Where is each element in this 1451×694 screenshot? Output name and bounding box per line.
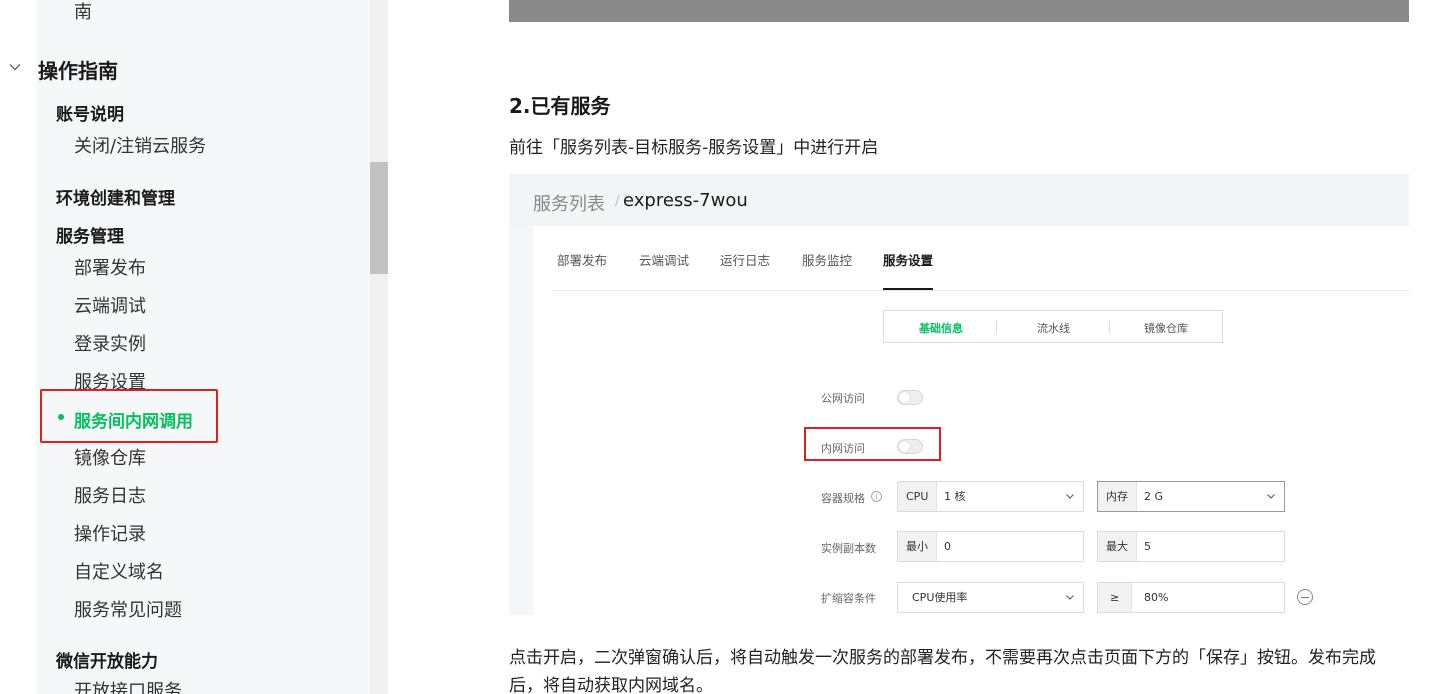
info-icon: i (871, 491, 882, 502)
tab-monitor: 服务监控 (802, 253, 853, 268)
scale-threshold-input: ≥ 80% (1097, 582, 1285, 613)
sidebar-item-open-api[interactable]: 开放接口服务 (74, 677, 182, 694)
segment-divider (996, 320, 997, 334)
min-prefix: 最小 (898, 532, 937, 561)
docs-page: 南 操作指南 账号说明 关闭/注销云服务 环境创建和管理 服务管理 部署发布 云… (0, 0, 1451, 694)
highlight-box-sidebar (40, 389, 218, 443)
console-screenshot: 服务列表 / express-7wou 部署发布 云端调试 运行日志 服务监控 … (509, 174, 1409, 615)
segment-pipeline: 流水线 (1037, 322, 1070, 335)
intro-paragraph: 前往「服务列表-目标服务-服务设置」中进行开启 (509, 138, 879, 158)
breadcrumb-parent: 服务列表 (533, 194, 605, 215)
sidebar-section-env[interactable]: 环境创建和管理 (56, 184, 175, 209)
chevron-down-icon (1267, 494, 1275, 499)
scale-condition-label: 扩缩容条件 (821, 592, 876, 605)
segment-divider (1109, 320, 1110, 334)
min-value: 0 (944, 540, 951, 553)
sidebar-item-fragment[interactable]: 南 (74, 0, 92, 24)
segment-basic-info: 基础信息 (919, 322, 963, 335)
tab-settings: 服务设置 (883, 253, 934, 268)
sidebar-item-deploy[interactable]: 部署发布 (74, 254, 146, 280)
chevron-down-icon[interactable] (8, 60, 22, 74)
sidebar-group-guide[interactable]: 操作指南 (38, 55, 118, 84)
cpu-select: CPU 1 核 (897, 481, 1084, 512)
scale-operator: ≥ (1098, 583, 1133, 612)
memory-value: 2 G (1144, 490, 1164, 503)
sidebar-item-login-instance[interactable]: 登录实例 (74, 330, 146, 356)
max-value: 5 (1144, 540, 1151, 553)
segment-image-repo: 镜像仓库 (1144, 322, 1188, 335)
sidebar-item-op-record[interactable]: 操作记录 (74, 520, 146, 546)
breadcrumb-separator: / (615, 194, 620, 209)
previous-image-bottom (509, 0, 1409, 22)
sidebar-scrollbar-thumb[interactable] (370, 162, 388, 274)
sidebar-section-wechat[interactable]: 微信开放能力 (56, 647, 158, 672)
remove-circle-icon (1297, 589, 1313, 605)
container-spec-label: 容器规格 (821, 492, 865, 505)
scale-metric-select: CPU使用率 (897, 582, 1084, 613)
outro-paragraph: 点击开启，二次弹窗确认后，将自动触发一次服务的部署发布，不需要再次点击页面下方的… (509, 648, 1376, 694)
scale-threshold-value: 80% (1144, 591, 1169, 604)
sidebar-item-custom-domain[interactable]: 自定义域名 (74, 558, 164, 584)
segmented-control: 基础信息 流水线 镜像仓库 (883, 310, 1223, 343)
public-access-label: 公网访问 (821, 392, 865, 405)
chevron-down-icon (1066, 595, 1074, 600)
docs-sidebar: 南 操作指南 账号说明 关闭/注销云服务 环境创建和管理 服务管理 部署发布 云… (0, 0, 370, 694)
tab-divider (553, 290, 1409, 291)
memory-select: 内存 2 G (1097, 481, 1285, 512)
sidebar-item-service-log[interactable]: 服务日志 (74, 482, 146, 508)
min-replicas-input: 最小 0 (897, 531, 1084, 562)
tab-deploy: 部署发布 (557, 253, 608, 268)
sidebar-item-debug[interactable]: 云端调试 (74, 292, 146, 318)
active-tab-underline (883, 288, 933, 290)
sidebar-section-account[interactable]: 账号说明 (56, 100, 124, 125)
section-heading: 2.已有服务 (509, 94, 611, 118)
sidebar-item-image-repo[interactable]: 镜像仓库 (74, 444, 146, 470)
tab-debug: 云端调试 (639, 253, 690, 268)
highlight-box-internal-access (804, 427, 941, 461)
public-access-toggle (897, 390, 923, 405)
sidebar-section-service[interactable]: 服务管理 (56, 222, 124, 247)
memory-prefix: 内存 (1098, 482, 1137, 511)
cpu-value: 1 核 (944, 490, 966, 503)
tab-logs: 运行日志 (720, 253, 771, 268)
breadcrumb-current: express-7wou (623, 190, 748, 211)
sidebar-item-close-service[interactable]: 关闭/注销云服务 (74, 132, 206, 158)
max-replicas-input: 最大 5 (1097, 531, 1285, 562)
sidebar-scrollbar-track[interactable] (370, 0, 388, 694)
cpu-prefix: CPU (898, 482, 938, 511)
replicas-label: 实例副本数 (821, 542, 876, 555)
sidebar-item-faq[interactable]: 服务常见问题 (74, 596, 182, 622)
max-prefix: 最大 (1098, 532, 1137, 561)
scale-metric-value: CPU使用率 (912, 591, 968, 604)
chevron-down-icon (1066, 494, 1074, 499)
